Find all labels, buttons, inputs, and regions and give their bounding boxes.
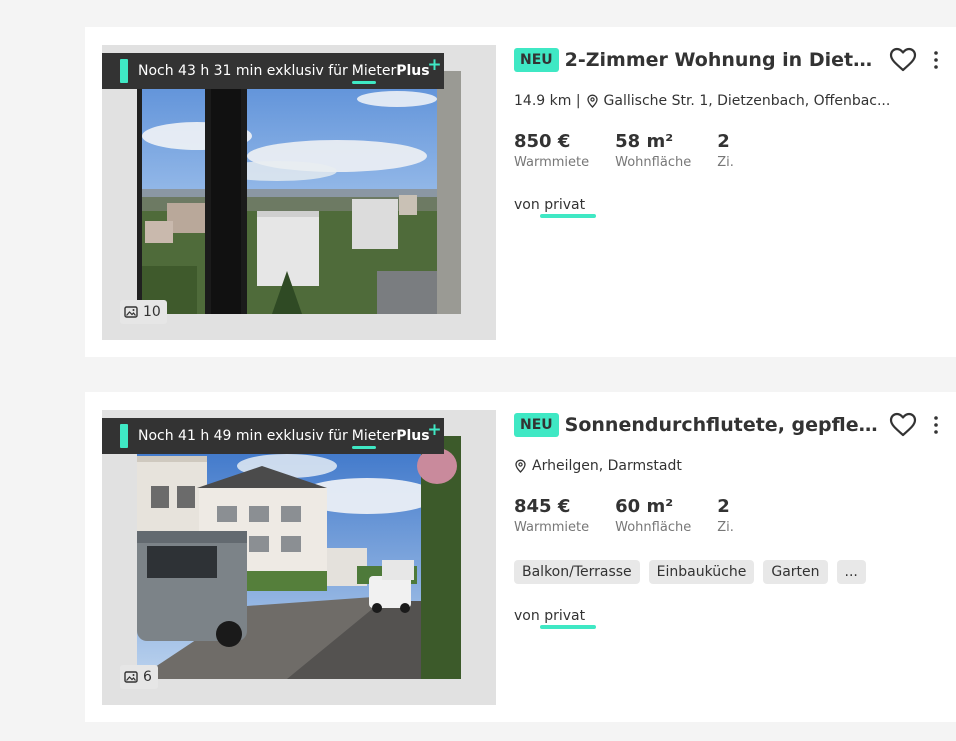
heart-icon[interactable] [888,410,918,440]
key-facts: 845 € Warmmiete 60 m² Wohnfläche 2 Zi. [514,496,944,538]
tag-kitchen: Einbauküche [648,560,755,584]
provider-prefix: von [514,197,540,213]
provider-underline [540,214,597,218]
feature-tags: Balkon/Terrasse Einbauküche Garten ... [514,560,944,584]
price-label: Warmmiete [514,520,590,535]
listing-photo-image [137,71,461,314]
listing-photo[interactable] [137,71,461,314]
new-badge: NEU [514,413,559,437]
address-text: Arheilgen, Darmstadt [532,458,682,474]
photo-count-value: 6 [143,669,152,685]
photo-count-value: 10 [143,304,161,320]
tag-balcony: Balkon/Terrasse [514,560,640,584]
rooms-value: 2 [717,131,730,152]
listing-info: NEU Sonnendurchflutete, gepflegte ... Ar… [514,410,944,630]
rooms-value: 2 [717,496,730,517]
title-row: NEU Sonnendurchflutete, gepflegte ... [514,410,944,440]
rooms-label: Zi. [717,520,734,535]
listing-address: 14.9 km | Gallische Str. 1, Dietzenbach,… [514,91,944,111]
photo-count: 10 [120,300,167,324]
area-value: 58 m² [615,131,674,152]
listing-photo-image [137,436,461,679]
listing-title[interactable]: 2-Zimmer Wohnung in Dietzenb... [565,49,883,71]
listing-media[interactable]: Noch 41 h 49 min exklusiv für MieterPlus +… [102,410,496,705]
provider: von privat [514,197,944,219]
price-label: Warmmiete [514,155,590,170]
brand-underline [351,446,376,449]
map-pin-icon [515,459,526,473]
tag-more[interactable]: ... [836,560,866,584]
address-text: Gallische Str. 1, Dietzenbach, Offenbac.… [603,93,891,109]
photo-count: 6 [120,665,158,689]
image-icon [124,671,138,683]
listing-media[interactable]: Noch 43 h 31 min exklusiv für MieterPlus +… [102,45,496,340]
listing-photo[interactable] [137,436,461,679]
listing-title[interactable]: Sonnendurchflutete, gepflegte ... [565,414,883,436]
exclusive-bar [120,59,128,83]
more-vertical-icon[interactable] [926,414,946,436]
provider-underline [540,625,597,629]
provider-type: privat [540,197,597,218]
mieterplus-logo: MieterPlus + [351,418,442,454]
tag-garden: Garten [763,560,828,584]
key-facts: 850 € Warmmiete 58 m² Wohnfläche 2 Zi. [514,131,944,173]
brand-underline [351,81,376,84]
exclusive-bar [120,424,128,448]
new-badge: NEU [514,48,559,72]
stat-price: 845 € Warmmiete [514,496,589,538]
more-vertical-icon[interactable] [926,49,946,71]
provider-prefix: von [514,608,540,624]
stat-rooms: 2 Zi. [717,131,734,173]
exclusive-text: Noch 41 h 49 min exklusiv für [138,428,348,444]
stat-area: 58 m² Wohnfläche [615,131,691,173]
listing-card[interactable]: Noch 43 h 31 min exklusiv für MieterPlus +… [85,27,956,357]
listing-address: Arheilgen, Darmstadt [514,456,944,476]
title-row: NEU 2-Zimmer Wohnung in Dietzenb... [514,45,944,75]
map-pin-icon [586,94,598,108]
exclusive-banner: Noch 43 h 31 min exklusiv für MieterPlus + [102,53,444,89]
provider: von privat [514,608,944,630]
area-value: 60 m² [615,496,674,517]
stat-rooms: 2 Zi. [717,496,734,538]
stat-price: 850 € Warmmiete [514,131,589,173]
exclusive-text: Noch 43 h 31 min exklusiv für [138,63,348,79]
listing-card[interactable]: Noch 41 h 49 min exklusiv für MieterPlus +… [85,392,956,722]
mieterplus-logo: MieterPlus + [351,53,442,89]
stat-area: 60 m² Wohnfläche [615,496,691,538]
image-icon [124,306,138,318]
listing-info: NEU 2-Zimmer Wohnung in Dietzenb... 14.9… [514,45,944,219]
distance: 14.9 km | [514,93,581,109]
provider-type: privat [540,608,597,629]
price-value: 845 € [514,496,571,517]
price-value: 850 € [514,131,571,152]
heart-icon[interactable] [888,45,918,75]
rooms-label: Zi. [717,155,734,170]
exclusive-banner: Noch 41 h 49 min exklusiv für MieterPlus + [102,418,444,454]
area-label: Wohnfläche [615,520,692,535]
area-label: Wohnfläche [615,155,692,170]
